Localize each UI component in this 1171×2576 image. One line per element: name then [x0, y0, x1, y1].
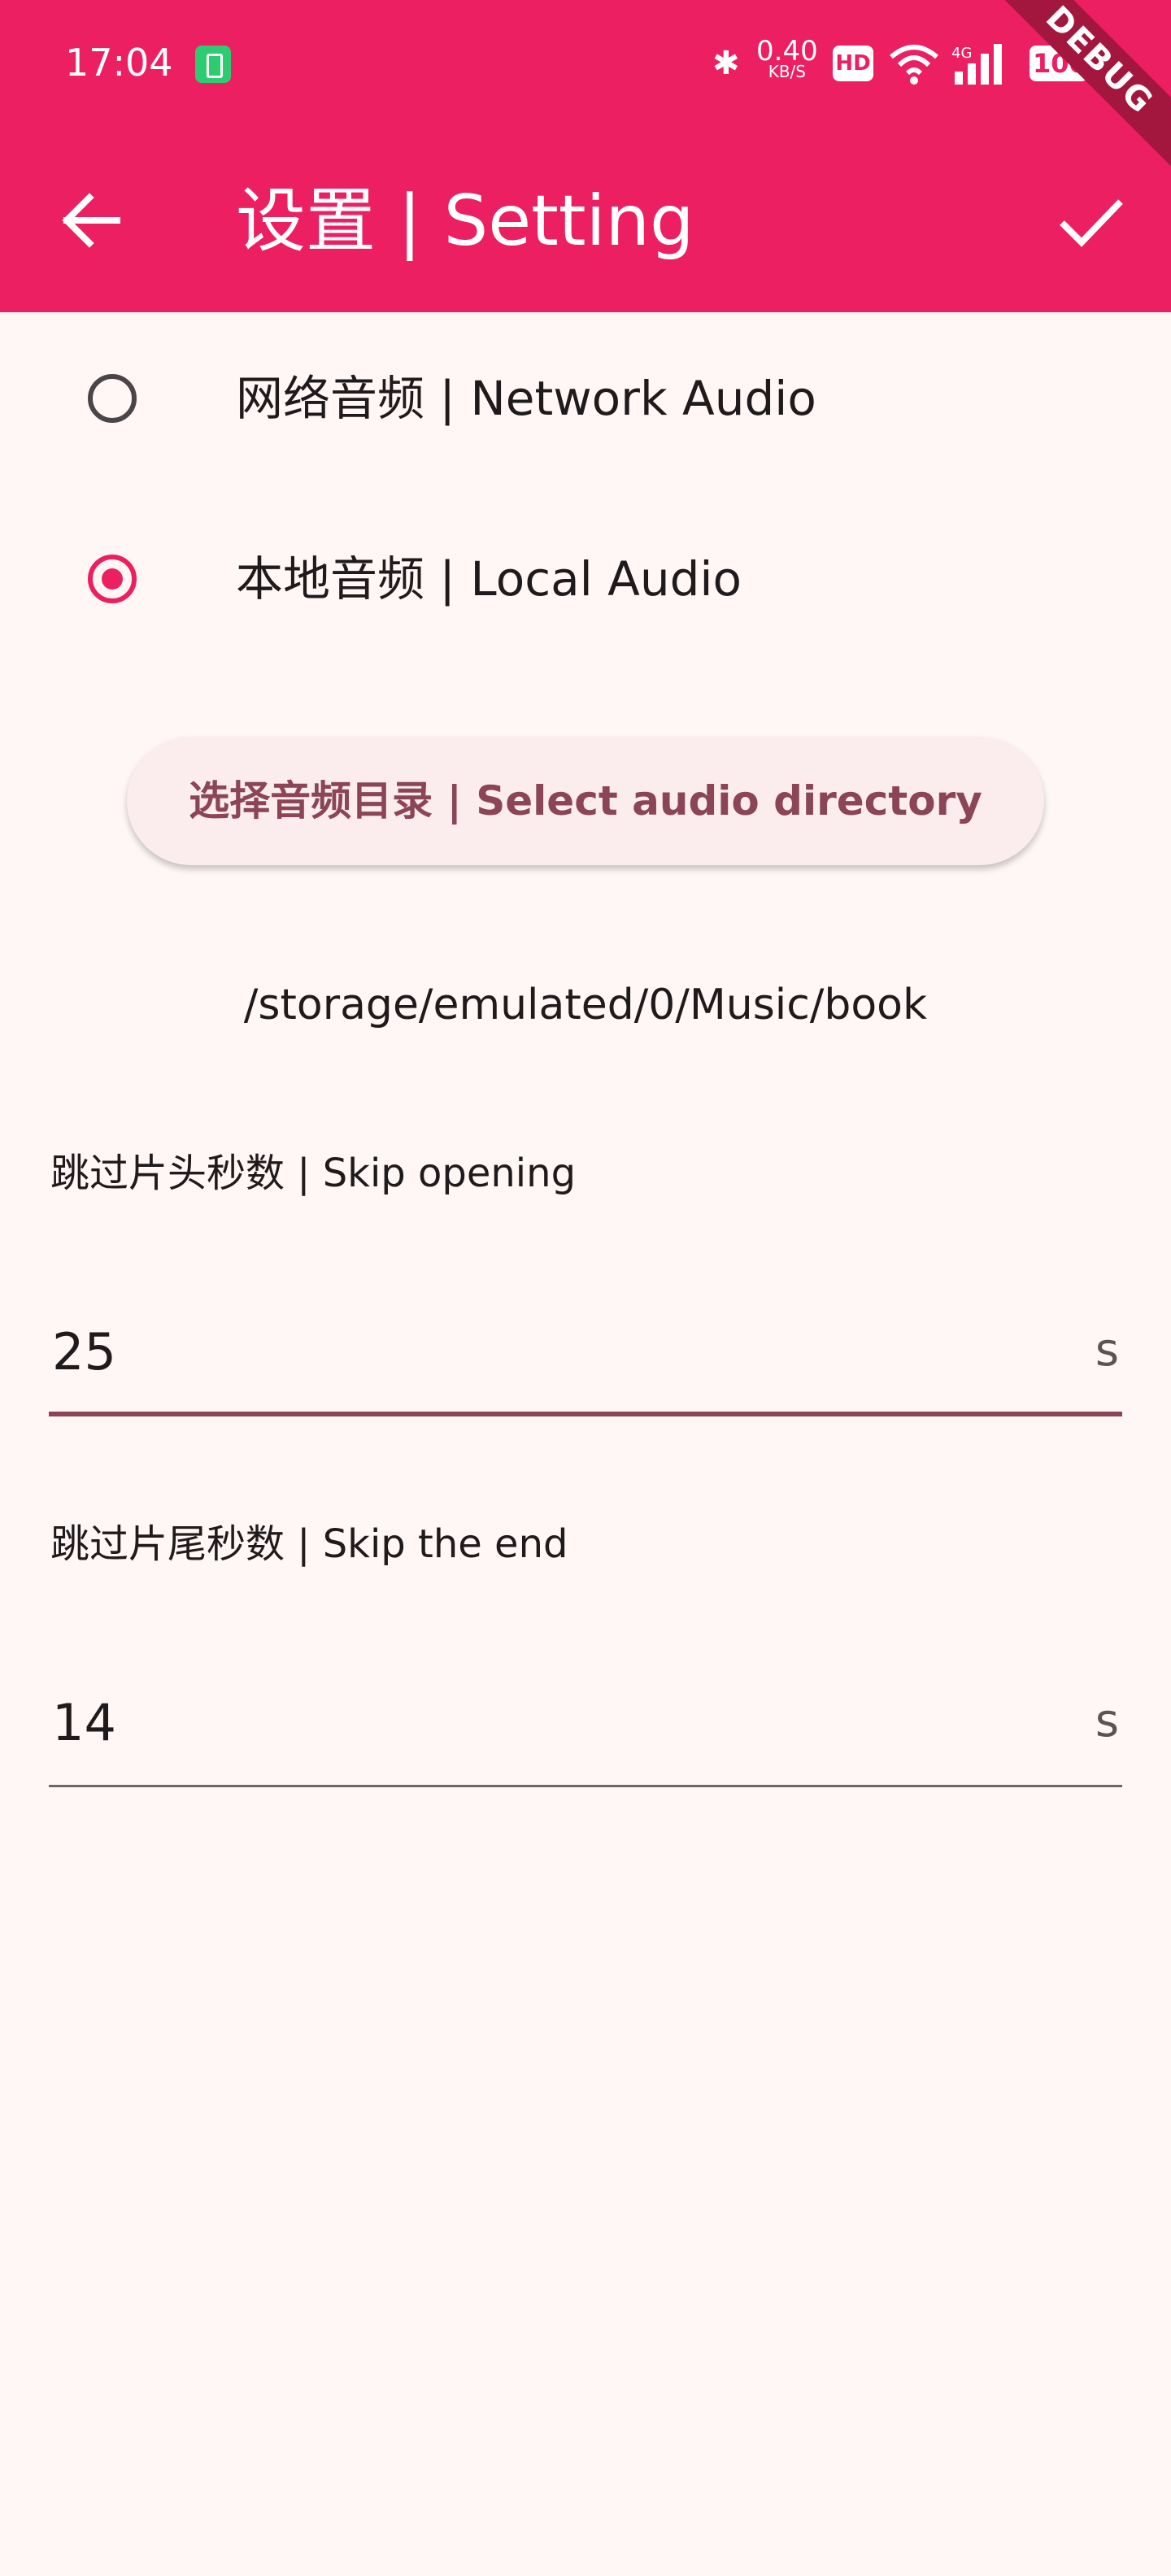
- save-button[interactable]: [1054, 184, 1127, 257]
- select-directory-button[interactable]: 选择音频目录 | Select audio directory: [127, 737, 1044, 865]
- radio-local-audio[interactable]: 本地音频 | Local Audio: [0, 509, 1171, 655]
- bluetooth-icon: ✱: [712, 45, 740, 82]
- field-underline-focused: [49, 1412, 1122, 1416]
- status-bar: 17:04 ✱ 0.40 KB/S HD 4G 100: [0, 0, 1171, 130]
- skip-opening-input[interactable]: [49, 1295, 1012, 1408]
- skip-opening-field[interactable]: s: [49, 1295, 1122, 1416]
- skip-opening-suffix: s: [1095, 1324, 1119, 1377]
- skip-end-label: 跳过片尾秒数 | Skip the end: [50, 1521, 568, 1567]
- radio-label-network-audio: 网络音频 | Network Audio: [236, 371, 816, 426]
- radio-network-audio[interactable]: 网络音频 | Network Audio: [0, 329, 1171, 475]
- arrow-back-icon: [62, 193, 120, 248]
- network-speed: 0.40 KB/S: [756, 37, 818, 80]
- radio-button-unselected[interactable]: [88, 374, 137, 423]
- field-underline: [49, 1785, 1122, 1787]
- selected-directory-path: /storage/emulated/0/Music/book: [243, 981, 928, 1029]
- battery-saver-icon: [195, 46, 231, 83]
- back-button[interactable]: [55, 184, 128, 257]
- skip-opening-label: 跳过片头秒数 | Skip opening: [50, 1151, 577, 1196]
- radio-button-selected[interactable]: [88, 555, 137, 603]
- app-bar: 17:04 ✱ 0.40 KB/S HD 4G 100 DEBUG 设置 | S…: [0, 0, 1171, 312]
- cell-signal-icon: 4G: [951, 41, 1010, 98]
- skip-end-field[interactable]: s: [49, 1665, 1122, 1787]
- page-title: 设置 | Setting: [236, 181, 694, 262]
- radio-label-local-audio: 本地音频 | Local Audio: [236, 551, 742, 607]
- cell-type: 4G: [951, 45, 973, 62]
- status-time: 17:04: [65, 41, 173, 85]
- hd-icon: HD: [833, 46, 873, 81]
- wifi-icon: [888, 41, 940, 98]
- skip-end-suffix: s: [1095, 1695, 1119, 1747]
- skip-end-input[interactable]: [49, 1665, 1012, 1779]
- check-icon: [1060, 199, 1123, 247]
